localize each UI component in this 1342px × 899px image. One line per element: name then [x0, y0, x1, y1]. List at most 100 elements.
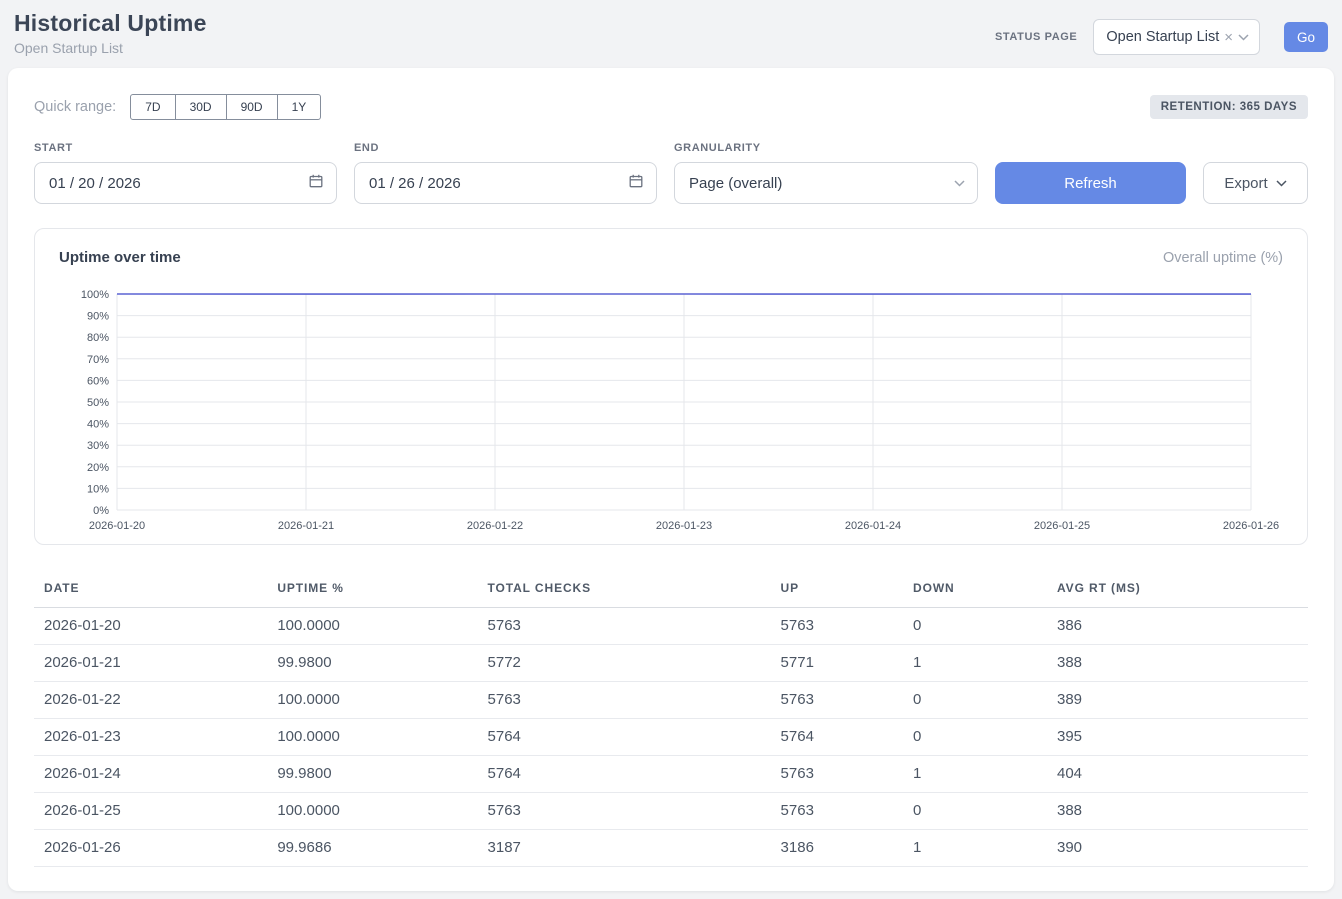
svg-text:30%: 30% [87, 440, 109, 452]
start-date-label: START [34, 142, 337, 154]
chart-header: Uptime over time Overall uptime (%) [55, 247, 1287, 282]
table-cell: 5771 [781, 645, 913, 682]
svg-text:60%: 60% [87, 375, 109, 387]
table-cell: 5764 [488, 756, 781, 793]
svg-text:2026-01-24: 2026-01-24 [845, 520, 901, 532]
uptime-table-header: DATEUPTIME %TOTAL CHECKSUPDOWNAVG RT (MS… [34, 571, 1308, 608]
table-cell: 1 [913, 830, 1057, 867]
svg-text:70%: 70% [87, 354, 109, 366]
table-cell: 100.0000 [277, 608, 487, 645]
page-header: Historical Uptime Open Startup List STAT… [8, 8, 1334, 68]
column-header: TOTAL CHECKS [488, 571, 781, 608]
table-cell: 1 [913, 645, 1057, 682]
export-button-label: Export [1224, 175, 1267, 192]
page-title: Historical Uptime [14, 10, 207, 37]
table-cell: 99.9800 [277, 756, 487, 793]
svg-text:2026-01-23: 2026-01-23 [656, 520, 712, 532]
column-header: UPTIME % [277, 571, 487, 608]
go-button[interactable]: Go [1284, 22, 1328, 52]
quick-range-7d-button[interactable]: 7D [130, 94, 175, 120]
table-cell: 0 [913, 608, 1057, 645]
historical-uptime-page: Historical Uptime Open Startup List STAT… [0, 0, 1342, 899]
column-header: DOWN [913, 571, 1057, 608]
granularity-select[interactable]: Page (overall) [674, 162, 978, 204]
calendar-icon[interactable] [628, 173, 644, 193]
table-cell: 5764 [488, 719, 781, 756]
table-cell: 388 [1057, 645, 1308, 682]
column-header: DATE [34, 571, 277, 608]
table-cell: 3186 [781, 830, 913, 867]
status-page-select[interactable]: Open Startup List × [1093, 19, 1260, 55]
granularity-field: GRANULARITY Page (overall) [674, 142, 978, 204]
quick-range-1y-button[interactable]: 1Y [277, 94, 322, 120]
table-cell: 2026-01-21 [34, 645, 277, 682]
start-date-input[interactable]: 01 / 20 / 2026 [34, 162, 337, 204]
table-cell: 0 [913, 682, 1057, 719]
table-cell: 5763 [781, 756, 913, 793]
table-cell: 390 [1057, 830, 1308, 867]
svg-text:2026-01-20: 2026-01-20 [89, 520, 145, 532]
chevron-down-icon [1276, 180, 1287, 187]
uptime-chart-card: Uptime over time Overall uptime (%) 0% 10… [34, 228, 1308, 545]
table-cell: 5763 [781, 793, 913, 830]
svg-text:100%: 100% [81, 289, 109, 301]
svg-text:80%: 80% [87, 332, 109, 344]
svg-text:0%: 0% [93, 505, 109, 517]
quick-range-90d-button[interactable]: 90D [226, 94, 278, 120]
header-controls: STATUS PAGE Open Startup List × Go [995, 10, 1328, 55]
table-row: 2026-01-23100.0000576457640395 [34, 719, 1308, 756]
page-subtitle: Open Startup List [14, 40, 207, 56]
table-cell: 0 [913, 719, 1057, 756]
table-cell: 3187 [488, 830, 781, 867]
table-cell: 100.0000 [277, 719, 487, 756]
start-date-field: START 01 / 20 / 2026 [34, 142, 337, 204]
table-row: 2026-01-2199.9800577257711388 [34, 645, 1308, 682]
title-block: Historical Uptime Open Startup List [14, 10, 207, 56]
table-cell: 0 [913, 793, 1057, 830]
svg-text:2026-01-26: 2026-01-26 [1223, 520, 1279, 532]
svg-text:90%: 90% [87, 311, 109, 323]
svg-text:2026-01-21: 2026-01-21 [278, 520, 334, 532]
table-cell: 2026-01-26 [34, 830, 277, 867]
granularity-label: GRANULARITY [674, 142, 978, 154]
svg-text:40%: 40% [87, 419, 109, 431]
filter-form-row: START 01 / 20 / 2026 END 01 / 26 / 20 [34, 142, 1308, 204]
chevron-down-icon [1238, 34, 1249, 41]
table-row: 2026-01-22100.0000576357630389 [34, 682, 1308, 719]
table-cell: 100.0000 [277, 682, 487, 719]
clear-selection-icon[interactable]: × [1224, 30, 1233, 45]
column-header: UP [781, 571, 913, 608]
end-date-input[interactable]: 01 / 26 / 2026 [354, 162, 657, 204]
table-cell: 5763 [781, 608, 913, 645]
table-cell: 5763 [488, 608, 781, 645]
end-date-field: END 01 / 26 / 2026 [354, 142, 657, 204]
main-card: Quick range: 7D30D90D1Y RETENTION: 365 D… [8, 68, 1334, 891]
table-cell: 100.0000 [277, 793, 487, 830]
table-cell: 404 [1057, 756, 1308, 793]
svg-text:2026-01-25: 2026-01-25 [1034, 520, 1090, 532]
uptime-table: DATEUPTIME %TOTAL CHECKSUPDOWNAVG RT (MS… [34, 571, 1308, 867]
chart-title: Uptime over time [59, 249, 181, 266]
svg-text:10%: 10% [87, 483, 109, 495]
table-cell: 99.9686 [277, 830, 487, 867]
table-cell: 388 [1057, 793, 1308, 830]
table-cell: 5764 [781, 719, 913, 756]
svg-text:20%: 20% [87, 462, 109, 474]
chart-legend: Overall uptime (%) [1163, 250, 1283, 266]
quick-range-row: Quick range: 7D30D90D1Y RETENTION: 365 D… [34, 94, 1308, 120]
table-row: 2026-01-2499.9800576457631404 [34, 756, 1308, 793]
table-cell: 389 [1057, 682, 1308, 719]
table-cell: 395 [1057, 719, 1308, 756]
column-header: AVG RT (MS) [1057, 571, 1308, 608]
calendar-icon[interactable] [308, 173, 324, 193]
status-page-selected-value: Open Startup List [1106, 29, 1219, 45]
table-row: 2026-01-2699.9686318731861390 [34, 830, 1308, 867]
svg-text:50%: 50% [87, 397, 109, 409]
refresh-button[interactable]: Refresh [995, 162, 1186, 204]
table-cell: 99.9800 [277, 645, 487, 682]
start-date-value: 01 / 20 / 2026 [49, 175, 141, 192]
chevron-down-icon [954, 180, 965, 187]
table-row: 2026-01-25100.0000576357630388 [34, 793, 1308, 830]
quick-range-30d-button[interactable]: 30D [175, 94, 227, 120]
export-button[interactable]: Export [1203, 162, 1308, 204]
